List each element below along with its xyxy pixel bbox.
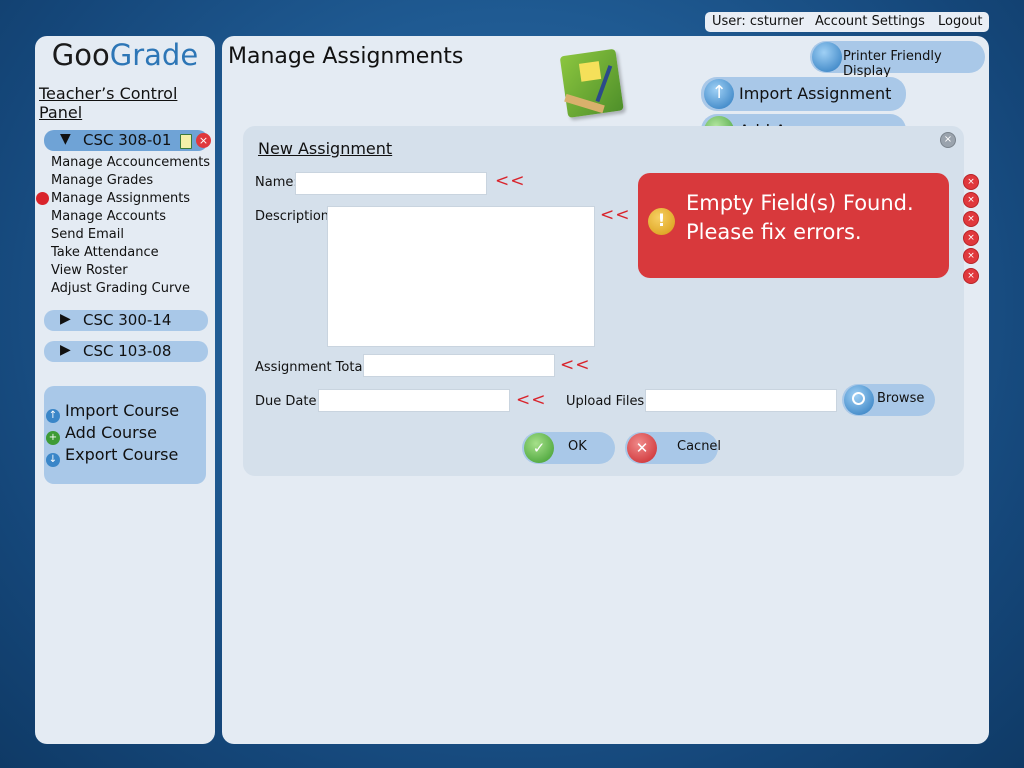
account-settings-link[interactable]: Account Settings [815, 14, 925, 29]
delete-icon[interactable]: × [963, 192, 979, 208]
error-line-1: Empty Field(s) Found. [686, 191, 914, 215]
delete-icon[interactable]: × [963, 230, 979, 246]
import-course-label: Import Course [65, 401, 180, 420]
ok-label: OK [568, 439, 587, 454]
ok-button[interactable]: ✓ OK [522, 432, 615, 464]
due-date-error-marker: << [516, 390, 547, 410]
import-course-button[interactable]: ↑ Import Course [46, 401, 179, 423]
error-banner: ! Empty Field(s) Found. Please fix error… [638, 173, 949, 278]
upload-files-label: Upload Files: [566, 394, 649, 409]
logo-text-goo: Goo [51, 38, 110, 72]
sidebar-item-manage-grades[interactable]: Manage Grades [51, 173, 153, 188]
delete-icon[interactable]: × [963, 268, 979, 284]
dialog-title: New Assignment [258, 139, 393, 158]
add-course-label: Add Course [65, 423, 157, 442]
import-assignment-button[interactable]: ↑ Import Assignment [701, 77, 906, 111]
description-label: Description: [255, 209, 334, 224]
x-icon: ✕ [627, 433, 657, 463]
sidebar-title: Teacher’s Control Panel [39, 84, 178, 122]
course-csc300-toggle[interactable]: ▶ CSC 300-14 [44, 310, 208, 331]
upload-arrow-icon: ↑ [46, 409, 60, 423]
description-error-marker: << [600, 205, 631, 225]
sidebar-item-take-attendance[interactable]: Take Attendance [51, 245, 159, 260]
description-field[interactable] [327, 206, 595, 347]
export-course-button[interactable]: ↓ Export Course [46, 445, 178, 467]
main-panel: Manage Assignments Printer Friendly Disp… [222, 36, 989, 744]
sidebar-item-send-email[interactable]: Send Email [51, 227, 124, 242]
delete-icon[interactable]: × [963, 248, 979, 264]
sidebar-item-manage-announcements[interactable]: Manage Accouncements [51, 155, 210, 170]
course-name: CSC 308-01 [83, 131, 172, 149]
goograde-logo: GooGrade [35, 38, 215, 72]
collapse-arrow-icon: ▶ [60, 311, 71, 327]
delete-icon[interactable]: × [963, 211, 979, 227]
printer-icon [812, 42, 842, 72]
name-field[interactable] [295, 172, 487, 195]
selected-indicator-icon [36, 192, 49, 205]
assignment-total-field[interactable] [363, 354, 555, 377]
notepad-icon[interactable] [180, 134, 192, 149]
sidebar-item-adjust-grading-curve[interactable]: Adjust Grading Curve [51, 281, 190, 296]
sidebar-item-manage-accounts[interactable]: Manage Accounts [51, 209, 166, 224]
browse-label: Browse [877, 391, 925, 406]
sidebar: GooGrade Teacher’s Control Panel ▼ CSC 3… [35, 36, 215, 744]
notebook-icon [559, 48, 629, 122]
name-error-marker: << [495, 171, 526, 191]
export-course-label: Export Course [65, 445, 179, 464]
collapse-arrow-icon: ▶ [60, 342, 71, 358]
close-icon[interactable]: × [940, 132, 956, 148]
name-label: Name: [255, 175, 298, 190]
logout-link[interactable]: Logout [938, 14, 983, 29]
exclamation-icon: ! [648, 208, 675, 235]
upload-arrow-icon: ↑ [704, 79, 734, 109]
page-title: Manage Assignments [228, 44, 464, 69]
due-date-field[interactable] [318, 389, 510, 412]
total-error-marker: << [560, 355, 591, 375]
user-bar: User: csturner Account Settings Logout [705, 12, 989, 32]
course-csc103-toggle[interactable]: ▶ CSC 103-08 [44, 341, 208, 362]
expand-arrow-icon: ▼ [60, 131, 71, 147]
course-actions-panel: ↑ Import Course + Add Course ↓ Export Cours… [44, 386, 206, 484]
plus-icon: + [46, 431, 60, 445]
course-name: CSC 300-14 [83, 311, 172, 329]
delete-icon[interactable]: × [963, 174, 979, 190]
error-line-2: Please fix errors. [686, 220, 862, 244]
sidebar-item-view-roster[interactable]: View Roster [51, 263, 128, 278]
due-date-label: Due Date: [255, 394, 321, 409]
logo-text-grade: Grade [109, 38, 199, 72]
upload-files-field[interactable] [645, 389, 837, 412]
magnifier-icon [844, 385, 874, 415]
delete-icon[interactable]: × [196, 133, 211, 148]
cancel-label: Cacnel [677, 439, 722, 454]
course-csc308-toggle[interactable]: ▼ CSC 308-01 × [44, 130, 211, 151]
printer-friendly-button[interactable]: Printer Friendly Display [810, 41, 985, 79]
download-arrow-icon: ↓ [46, 453, 60, 467]
printer-friendly-label: Printer Friendly Display [843, 49, 942, 79]
username-label: User: csturner [712, 14, 804, 29]
checkmark-icon: ✓ [524, 433, 554, 463]
browse-button[interactable]: Browse [842, 384, 935, 416]
sidebar-item-manage-assignments[interactable]: Manage Assignments [51, 191, 190, 206]
add-course-button[interactable]: + Add Course [46, 423, 157, 445]
course-name: CSC 103-08 [83, 342, 172, 360]
import-assignment-label: Import Assignment [739, 84, 892, 103]
cancel-button[interactable]: ✕ Cacnel [625, 432, 722, 464]
assignment-total-label: Assignment Total: [255, 360, 371, 375]
